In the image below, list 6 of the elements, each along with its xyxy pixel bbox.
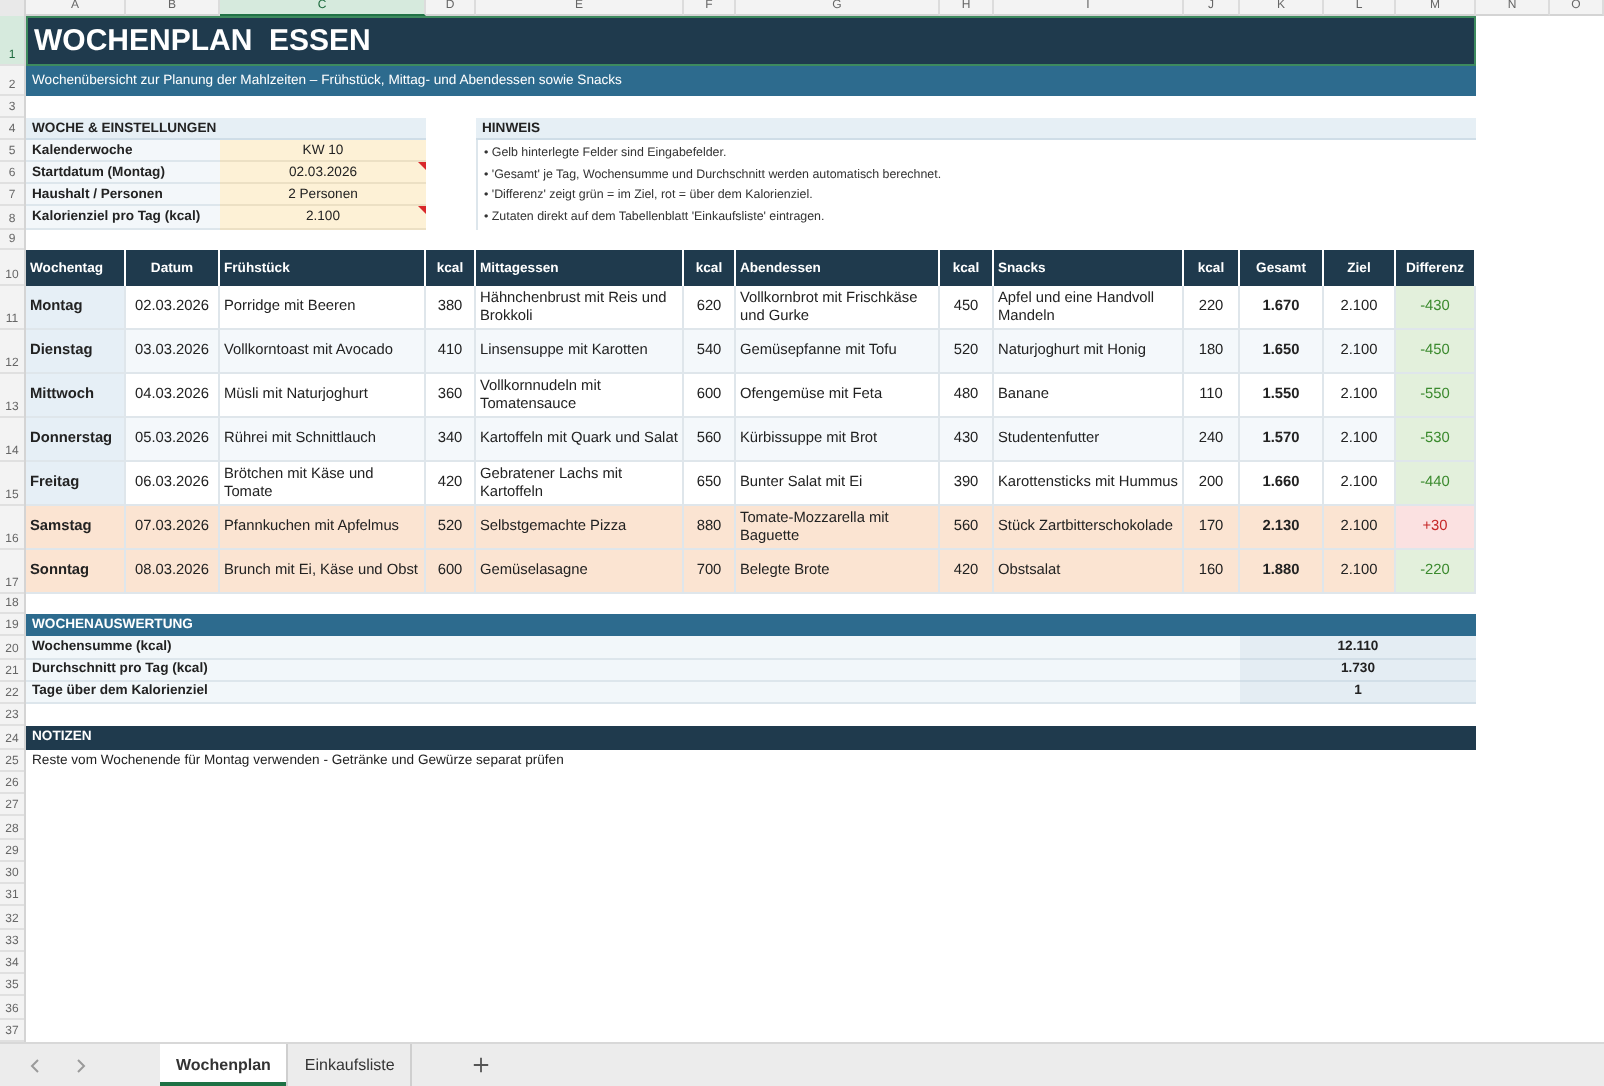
add-sheet-icon[interactable] xyxy=(472,1056,491,1074)
chevron-right-icon[interactable] xyxy=(72,1057,88,1073)
sheet-tab[interactable]: Wochenplan xyxy=(160,1044,289,1086)
chevron-left-icon[interactable] xyxy=(28,1057,44,1073)
sheet-title: WOCHENPLAN ESSEN xyxy=(26,16,1476,66)
sheet-tab[interactable]: Einkaufsliste xyxy=(288,1044,413,1086)
